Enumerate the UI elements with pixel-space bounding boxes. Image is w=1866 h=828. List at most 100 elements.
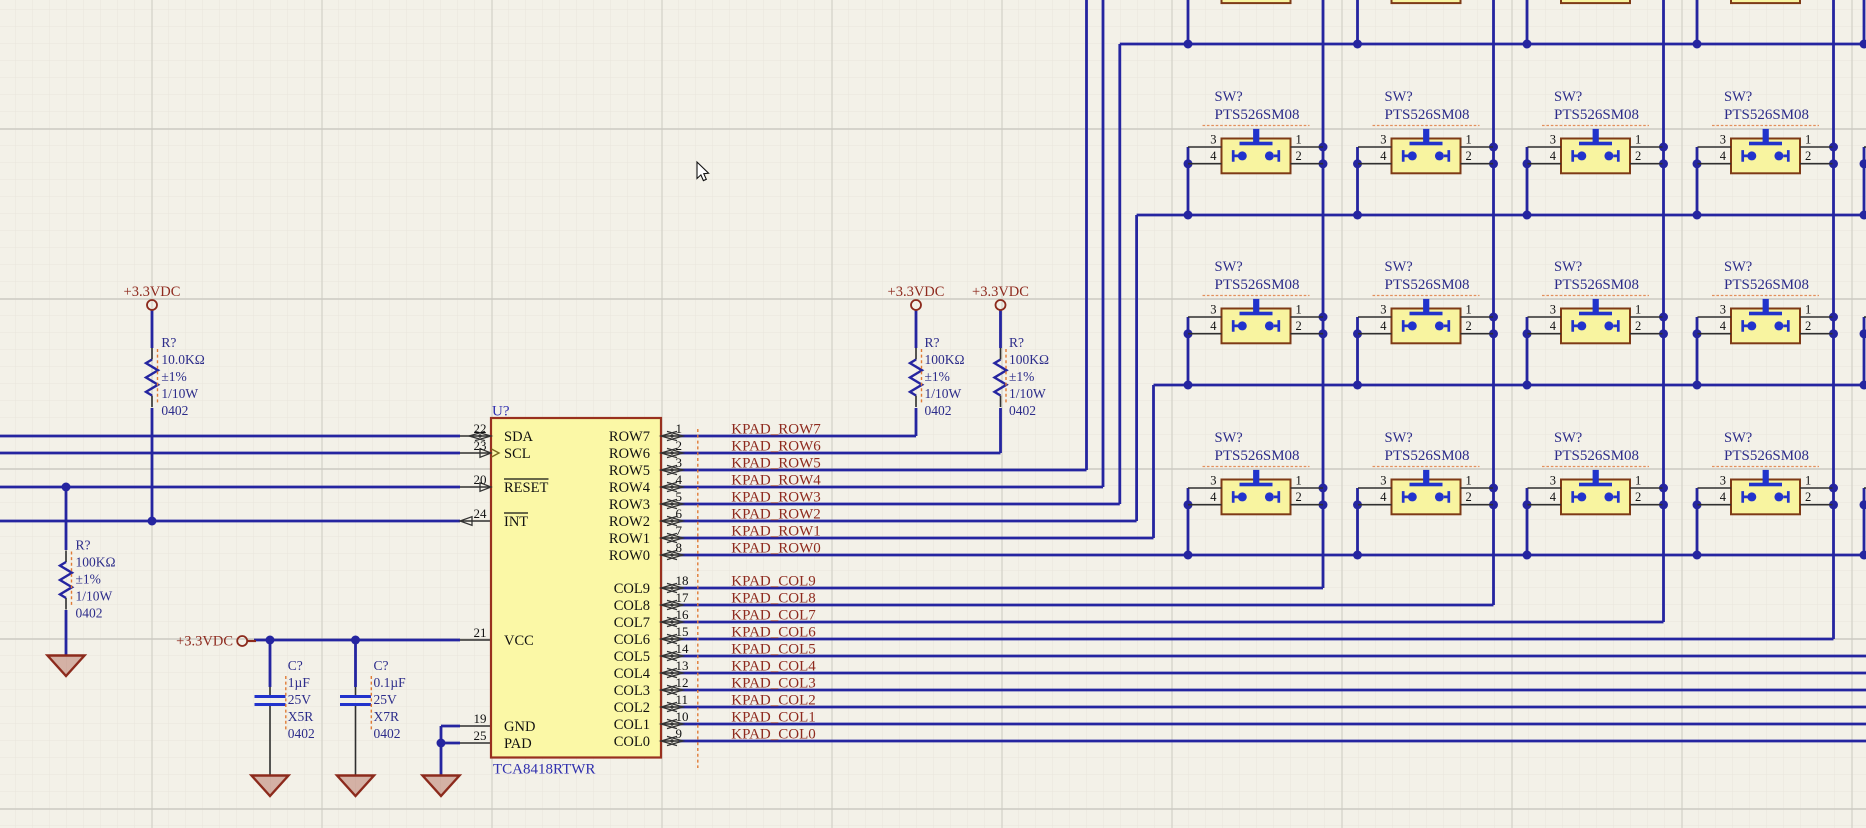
svg-text:±1%: ±1% (925, 369, 950, 384)
svg-text:7: 7 (676, 523, 683, 538)
svg-text:ROW2: ROW2 (609, 514, 650, 530)
svg-text:6: 6 (676, 506, 683, 521)
svg-text:COL2: COL2 (614, 700, 650, 716)
svg-text:19: 19 (474, 711, 487, 726)
svg-text:16: 16 (676, 607, 690, 622)
svg-text:3: 3 (676, 455, 683, 470)
svg-text:COL4: COL4 (614, 666, 651, 682)
svg-text:KPAD_COL7: KPAD_COL7 (731, 608, 816, 624)
svg-text:ROW0: ROW0 (609, 548, 650, 564)
svg-text:C?: C? (374, 658, 389, 673)
svg-text:KPAD_COL9: KPAD_COL9 (731, 574, 815, 590)
svg-text:18: 18 (676, 573, 689, 588)
svg-text:100KΩ: 100KΩ (925, 352, 965, 367)
svg-text:4: 4 (676, 472, 683, 487)
svg-text:COL8: COL8 (614, 598, 650, 614)
svg-text:1µF: 1µF (288, 675, 311, 690)
svg-text:+3.3VDC: +3.3VDC (888, 284, 945, 300)
svg-text:0402: 0402 (374, 726, 401, 741)
svg-text:KPAD_COL2: KPAD_COL2 (731, 693, 815, 709)
svg-text:X5R: X5R (288, 709, 314, 724)
svg-text:0402: 0402 (1009, 403, 1036, 418)
svg-text:VCC: VCC (504, 633, 534, 649)
svg-text:15: 15 (676, 624, 689, 639)
svg-text:23: 23 (474, 438, 487, 453)
svg-text:R?: R? (76, 538, 91, 553)
svg-text:22: 22 (474, 421, 487, 436)
svg-text:ROW4: ROW4 (609, 480, 651, 496)
svg-text:9: 9 (676, 726, 683, 741)
svg-text:TCA8418RTWR: TCA8418RTWR (493, 762, 595, 778)
svg-text:ROW5: ROW5 (609, 463, 650, 479)
svg-text:12: 12 (676, 675, 689, 690)
svg-text:X7R: X7R (374, 709, 400, 724)
svg-text:21: 21 (474, 625, 487, 640)
svg-text:1/10W: 1/10W (161, 386, 198, 401)
svg-text:KPAD_COL5: KPAD_COL5 (731, 642, 815, 658)
svg-text:100KΩ: 100KΩ (76, 555, 116, 570)
svg-text:KPAD_COL8: KPAD_COL8 (731, 591, 815, 607)
svg-text:KPAD_COL4: KPAD_COL4 (731, 659, 816, 675)
svg-text:U?: U? (492, 404, 510, 420)
svg-text:ROW1: ROW1 (609, 531, 650, 547)
svg-text:0402: 0402 (288, 726, 315, 741)
svg-text:±1%: ±1% (1009, 369, 1034, 384)
svg-text:KPAD_ROW7: KPAD_ROW7 (731, 422, 821, 438)
svg-text:14: 14 (676, 641, 690, 656)
svg-text:11: 11 (676, 692, 689, 707)
svg-text:1/10W: 1/10W (925, 386, 962, 401)
svg-text:COL1: COL1 (614, 717, 650, 733)
svg-text:10.0KΩ: 10.0KΩ (161, 352, 204, 367)
svg-text:±1%: ±1% (76, 572, 101, 587)
svg-text:±1%: ±1% (161, 369, 186, 384)
svg-text:KPAD_ROW2: KPAD_ROW2 (731, 507, 820, 523)
svg-text:13: 13 (676, 658, 689, 673)
svg-text:PAD: PAD (504, 736, 532, 752)
svg-text:RESET: RESET (504, 480, 548, 496)
svg-text:ROW6: ROW6 (609, 446, 650, 462)
svg-text:25V: 25V (374, 692, 398, 707)
svg-text:COL3: COL3 (614, 683, 650, 699)
svg-text:COL0: COL0 (614, 734, 650, 750)
svg-text:5: 5 (676, 489, 683, 504)
svg-text:KPAD_COL3: KPAD_COL3 (731, 676, 815, 692)
svg-text:KPAD_ROW3: KPAD_ROW3 (731, 490, 820, 506)
svg-text:SCL: SCL (504, 446, 531, 462)
svg-text:C?: C? (288, 658, 303, 673)
svg-text:+3.3VDC: +3.3VDC (972, 284, 1029, 300)
svg-text:ROW7: ROW7 (609, 429, 650, 445)
svg-text:+3.3VDC: +3.3VDC (176, 634, 233, 650)
svg-text:COL5: COL5 (614, 649, 650, 665)
svg-text:17: 17 (676, 590, 690, 605)
svg-text:KPAD_ROW5: KPAD_ROW5 (731, 456, 820, 472)
svg-text:COL9: COL9 (614, 581, 650, 597)
svg-text:24: 24 (474, 506, 488, 521)
svg-text:GND: GND (504, 719, 535, 735)
svg-text:KPAD_ROW6: KPAD_ROW6 (731, 439, 821, 455)
svg-text:KPAD_COL1: KPAD_COL1 (731, 710, 815, 726)
svg-text:0402: 0402 (76, 606, 103, 621)
svg-text:KPAD_COL6: KPAD_COL6 (731, 625, 816, 641)
svg-text:0.1µF: 0.1µF (374, 675, 407, 690)
svg-text:R?: R? (1009, 335, 1024, 350)
svg-text:+3.3VDC: +3.3VDC (124, 284, 181, 300)
svg-text:KPAD_ROW1: KPAD_ROW1 (731, 524, 820, 540)
svg-text:INT: INT (504, 514, 528, 530)
svg-text:100KΩ: 100KΩ (1009, 352, 1049, 367)
svg-text:COL6: COL6 (614, 632, 650, 648)
svg-text:KPAD_ROW0: KPAD_ROW0 (731, 541, 820, 557)
svg-text:SDA: SDA (504, 429, 534, 445)
svg-text:1/10W: 1/10W (1009, 386, 1046, 401)
svg-text:ROW3: ROW3 (609, 497, 650, 513)
svg-text:1/10W: 1/10W (76, 589, 113, 604)
svg-text:R?: R? (161, 335, 176, 350)
svg-text:8: 8 (676, 540, 683, 555)
svg-text:KPAD_COL0: KPAD_COL0 (731, 727, 815, 743)
svg-text:25V: 25V (288, 692, 312, 707)
svg-text:KPAD_ROW4: KPAD_ROW4 (731, 473, 821, 489)
svg-text:20: 20 (474, 472, 487, 487)
svg-text:25: 25 (474, 728, 487, 743)
svg-text:COL7: COL7 (614, 615, 650, 631)
svg-text:10: 10 (676, 709, 689, 724)
svg-text:2: 2 (676, 438, 683, 453)
